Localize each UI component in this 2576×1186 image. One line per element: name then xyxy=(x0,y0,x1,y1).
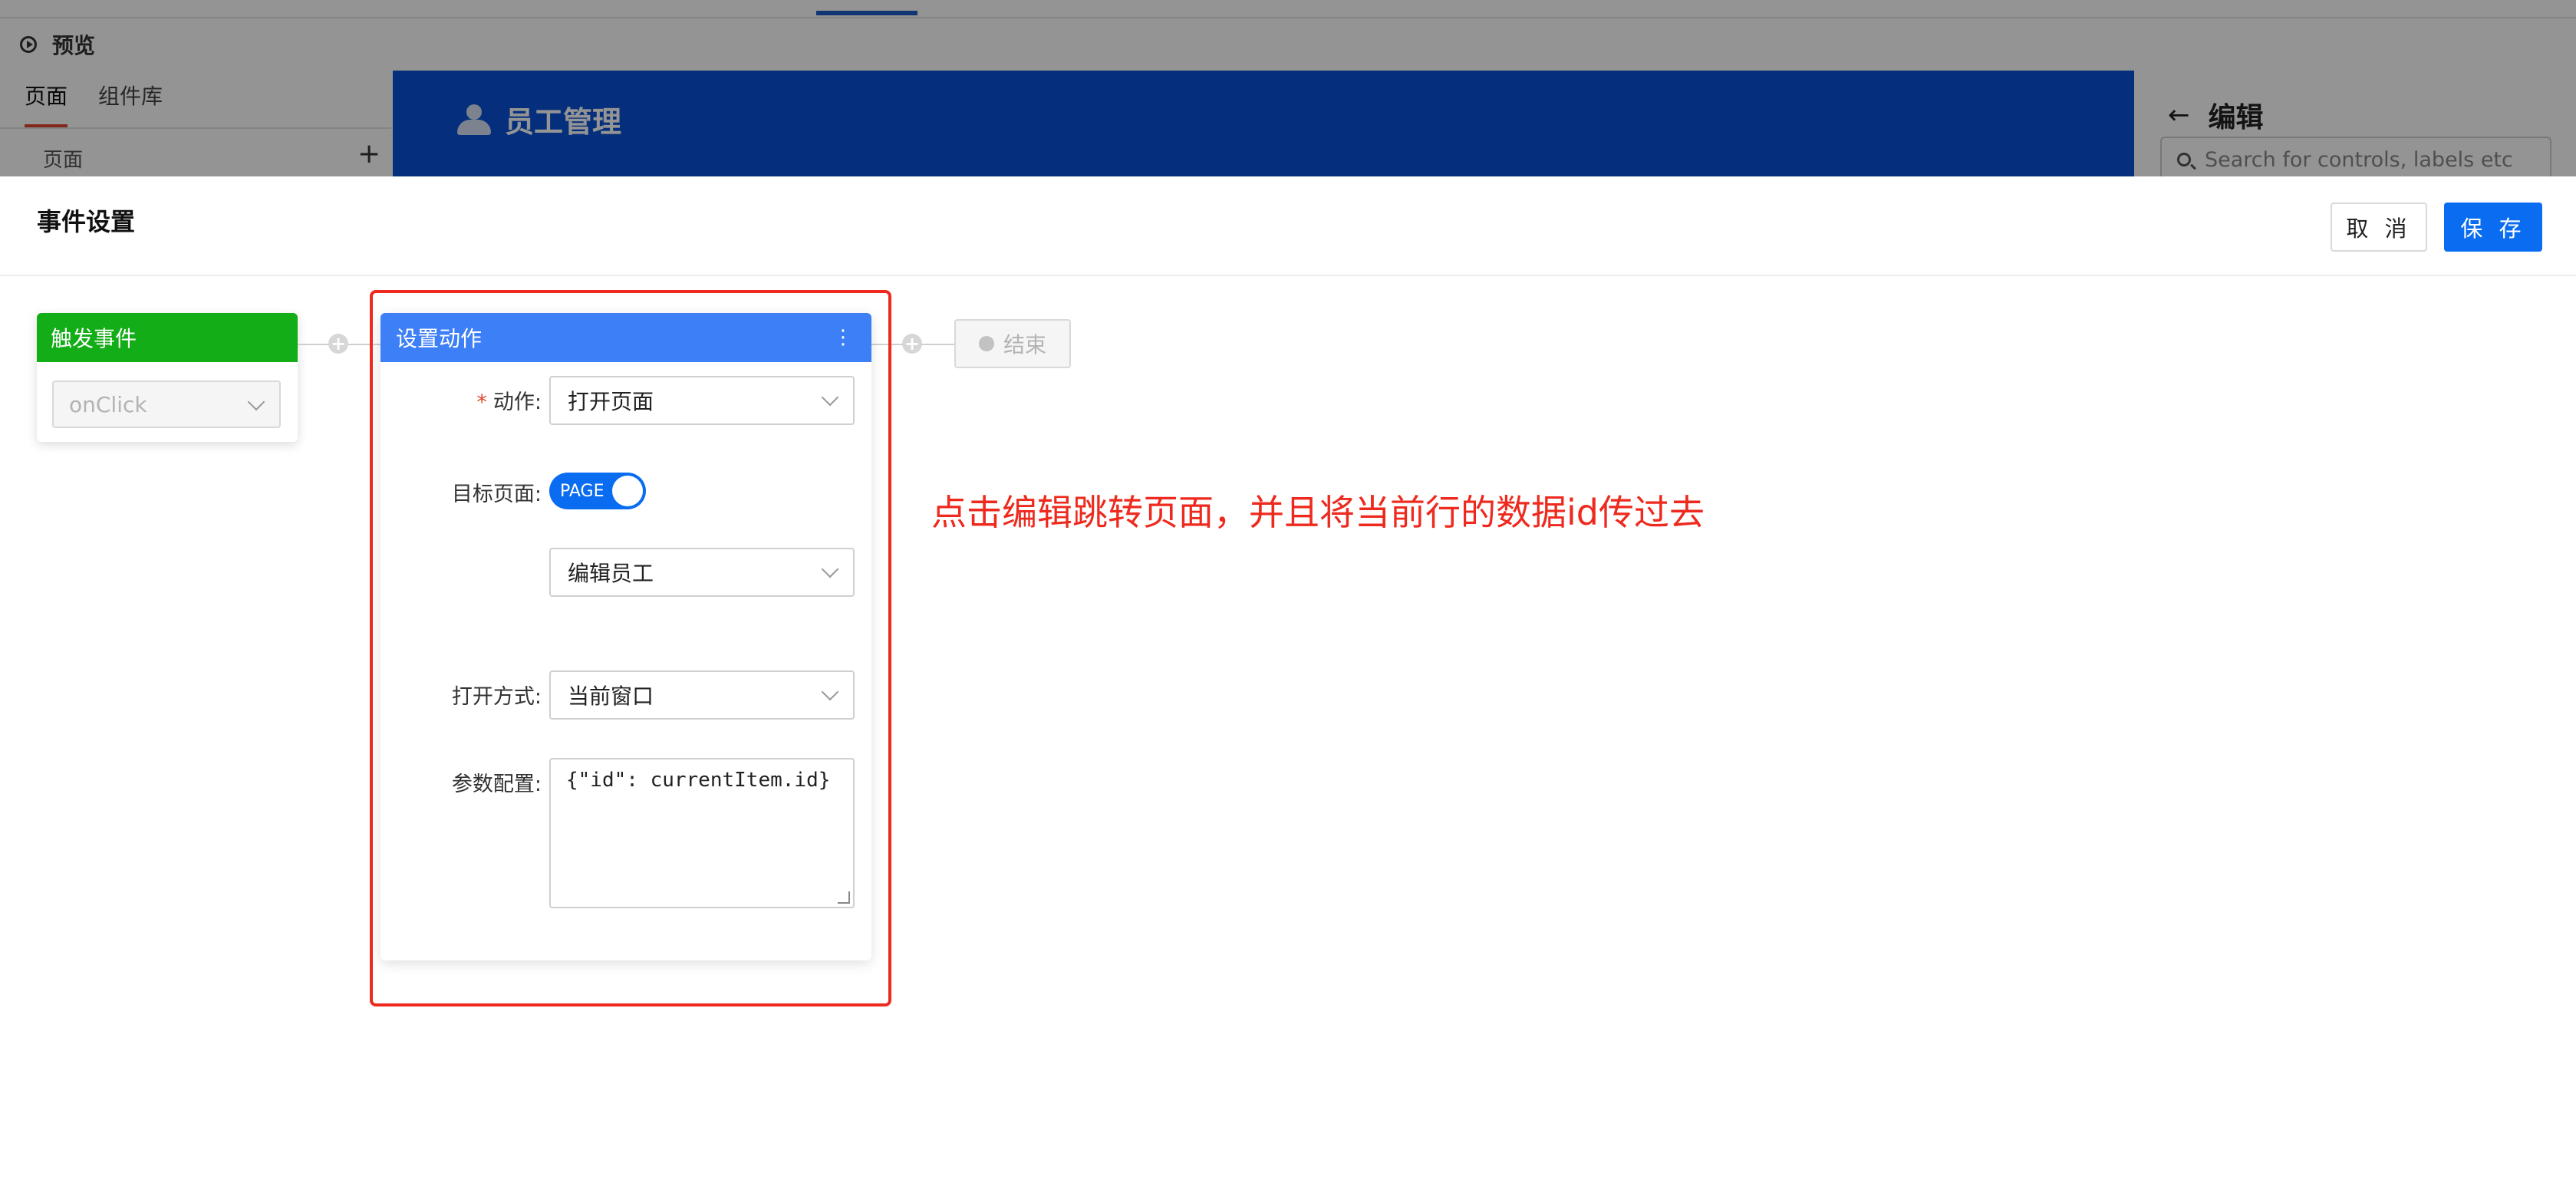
event-settings-modal: 事件设置 取 消 保 存 触发事件 onClick + + 设置动作 ⋮ * 动作… xyxy=(0,176,2576,1186)
chevron-down-icon xyxy=(247,393,265,411)
save-button[interactable]: 保 存 xyxy=(2444,203,2542,252)
cancel-button[interactable]: 取 消 xyxy=(2331,203,2427,252)
annotation-highlight-box xyxy=(370,290,891,1006)
event-select: onClick xyxy=(52,381,281,428)
end-dot-icon xyxy=(979,336,994,351)
add-node-icon[interactable]: + xyxy=(902,334,922,354)
trigger-event-node: 触发事件 onClick xyxy=(37,313,298,442)
end-node: 结束 xyxy=(954,319,1071,368)
modal-title: 事件设置 xyxy=(37,207,136,236)
event-select-value: onClick xyxy=(69,391,147,417)
modal-divider xyxy=(0,275,2576,276)
annotation-text: 点击编辑跳转页面，并且将当前行的数据id传过去 xyxy=(931,492,1705,533)
trigger-event-header: 触发事件 xyxy=(37,313,298,362)
modal-mask[interactable] xyxy=(0,0,2576,176)
add-node-icon[interactable]: + xyxy=(328,334,348,354)
background-editor: 预览 页面 组件库 页面 + 员工管理 ← 编辑 Search for cont… xyxy=(0,0,2576,176)
end-label: 结束 xyxy=(1003,332,1047,357)
